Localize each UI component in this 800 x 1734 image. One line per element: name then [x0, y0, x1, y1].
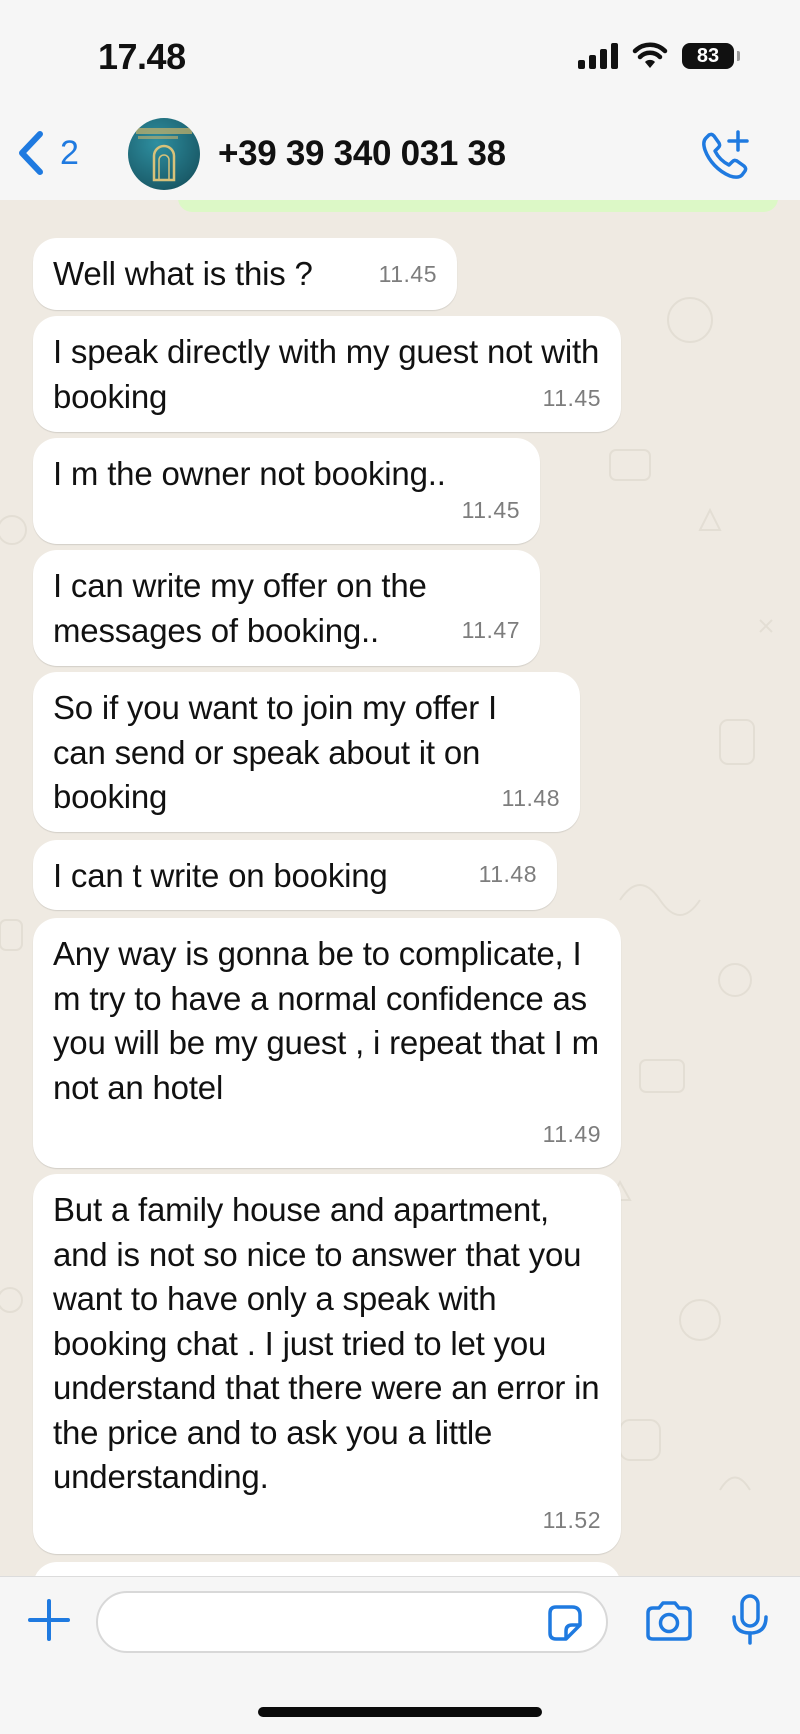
message-text: I m the owner not booking..	[53, 455, 446, 492]
message-bubble[interactable]: Well what is this ? 11.45	[33, 238, 457, 310]
status-time: 17.48	[98, 36, 186, 77]
camera-icon	[646, 1601, 692, 1641]
message-list[interactable]: Well what is this ? 11.45 I speak direct…	[0, 200, 800, 1576]
message-time: 11.48	[478, 860, 537, 887]
message-time: 11.49	[542, 1120, 601, 1147]
home-indicator[interactable]	[258, 1707, 542, 1717]
message-time: 11.48	[501, 784, 560, 811]
outgoing-message-tail	[178, 200, 778, 212]
contact-name[interactable]: +39 39 340 031 38	[218, 134, 506, 174]
message-bubble-partial[interactable]	[33, 1562, 621, 1576]
avatar[interactable]	[128, 118, 200, 190]
message-text: I can t write on booking	[53, 857, 388, 894]
message-time: 11.45	[542, 384, 601, 411]
message-bubble[interactable]: I speak directly with my guest not with …	[33, 316, 621, 432]
message-bubble[interactable]: I m the owner not booking.. 11.45	[33, 438, 540, 544]
chevron-left-icon	[19, 131, 43, 175]
microphone-button[interactable]	[730, 1593, 770, 1652]
add-call-button[interactable]	[696, 128, 752, 189]
message-bubble[interactable]: Any way is gonna be to complicate, I m t…	[33, 918, 621, 1168]
message-bubble[interactable]: I can t write on booking 11.48	[33, 840, 557, 910]
attach-button[interactable]	[26, 1597, 72, 1648]
message-time: 11.45	[378, 260, 437, 287]
add-call-icon	[702, 130, 749, 179]
message-text: I can write my offer on the messages of …	[53, 567, 427, 649]
message-text: Any way is gonna be to complicate, I m t…	[53, 935, 599, 1106]
camera-button[interactable]	[644, 1599, 694, 1648]
battery-icon: 83	[682, 43, 740, 69]
message-input-bar	[0, 1576, 800, 1734]
sticker-icon	[548, 1605, 582, 1641]
unread-count: 2	[60, 133, 79, 172]
battery-level: 83	[696, 45, 720, 67]
message-time: 11.52	[542, 1506, 601, 1533]
wifi-icon	[632, 42, 668, 68]
message-time: 11.45	[461, 496, 520, 523]
plus-icon	[28, 1599, 70, 1641]
microphone-icon	[732, 1594, 768, 1645]
message-bubble[interactable]: So if you want to join my offer I can se…	[33, 672, 580, 832]
message-text: So if you want to join my offer I can se…	[53, 689, 498, 815]
back-button[interactable]: 2	[16, 130, 79, 176]
message-text: But a family house and apartment, and is…	[53, 1191, 600, 1495]
message-input[interactable]	[96, 1591, 608, 1653]
status-bar: 17.48 83	[0, 0, 800, 116]
message-bubble[interactable]: But a family house and apartment, and is…	[33, 1174, 621, 1554]
sticker-button[interactable]	[544, 1603, 584, 1648]
status-icons: 83	[578, 42, 740, 70]
message-text: I speak directly with my guest not with …	[53, 333, 600, 415]
whatsapp-chat-screen: 17.48 83 2 +39 39 340 031 38 Well what i…	[0, 0, 800, 1734]
message-time: 11.47	[461, 616, 520, 643]
message-bubble[interactable]: I can write my offer on the messages of …	[33, 550, 540, 666]
avatar-image	[136, 128, 192, 182]
signal-icon	[578, 43, 618, 69]
chat-header: 2 +39 39 340 031 38	[0, 116, 800, 200]
